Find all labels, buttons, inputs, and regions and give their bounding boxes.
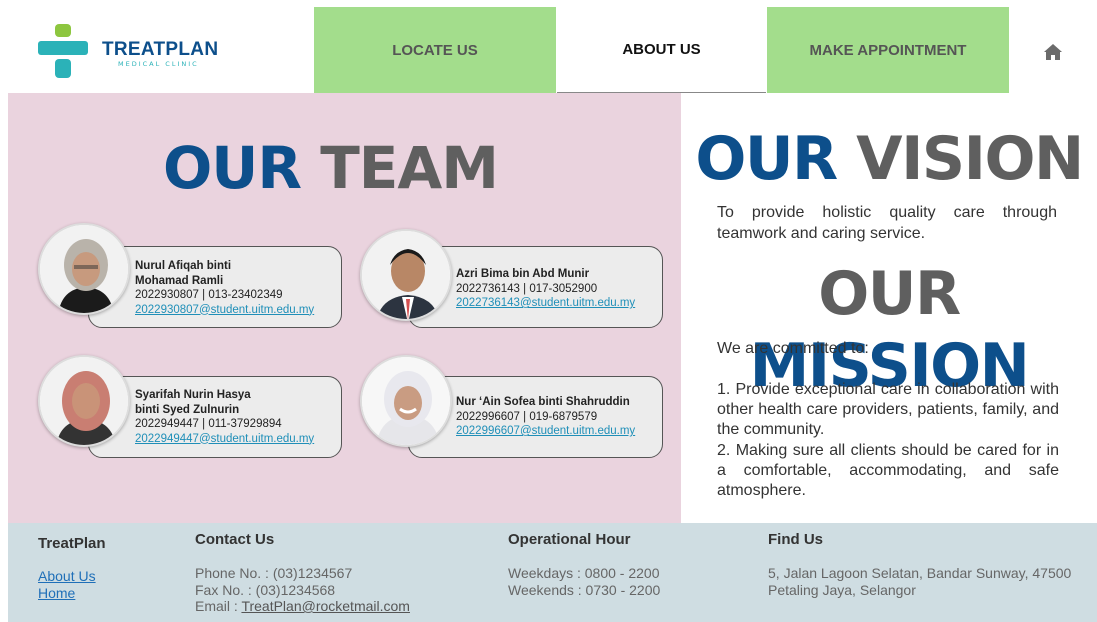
member-name: Azri Bima bin Abd Munir [456,268,590,280]
footer-address-line1: 5, Jalan Lagoon Selatan, Bandar Sunway, … [768,565,1072,581]
mission-item: 2. Making sure all clients should be car… [717,441,1059,500]
member-email-link[interactable]: 2022930807@student.uitm.edu.my [135,303,345,318]
member-id-phone: 2022949447 | 011-37929894 [135,418,282,430]
home-icon[interactable] [1043,43,1063,61]
footer-home-link[interactable]: Home [38,585,75,601]
footer-email-row: Email : TreatPlan@rocketmail.com [195,598,410,615]
header: TREATPLAN MEDICAL CLINIC LOCATE US ABOUT… [0,0,1097,93]
nav-locate-us[interactable]: LOCATE US [314,7,556,93]
footer: TreatPlan About Us Home Contact Us Phone… [8,523,1097,622]
member-email-link[interactable]: 2022949447@student.uitm.edu.my [135,432,345,447]
mission-intro: We are committed to: [717,340,869,357]
vision-text: To provide holistic quality care through… [717,204,1057,242]
footer-email-link[interactable]: TreatPlan@rocketmail.com [241,598,410,614]
footer-hours: Operational Hour Weekdays : 0800 - 2200 … [508,531,660,598]
vision-title-vision: VISION [856,124,1084,194]
team-title: OUR TEAM [8,133,653,203]
mission-title-our: OUR [818,259,961,329]
member-id-phone: 2022736143 | 017-3052900 [456,282,598,295]
footer-phone: Phone No. : (03)1234567 [195,565,353,581]
footer-contact-heading: Contact Us [195,531,275,548]
logo-tagline: MEDICAL CLINIC [118,60,199,68]
member-email-link[interactable]: 2022736143@student.uitm.edu.my [456,296,666,311]
footer-find-heading: Find Us [768,531,823,548]
member-email-link[interactable]: 2022996607@student.uitm.edu.my [456,424,666,439]
footer-email-label: Email : [195,598,242,614]
team-title-our: OUR [162,134,302,202]
nav-about-us[interactable]: ABOUT US [557,7,766,93]
member-id-phone: 2022930807 | 013-23402349 [135,289,283,301]
nav-make-appointment[interactable]: MAKE APPOINTMENT [767,7,1009,93]
team-title-team: TEAM [320,134,499,202]
logo-title: TREATPLAN [102,39,219,60]
footer-hours-heading: Operational Hour [508,531,631,548]
footer-address-line2: Petaling Jaya, Selangor [768,581,916,598]
mission-item: 1. Provide exceptional care in collabora… [717,381,1059,439]
member-photo-avatar [38,223,130,315]
member-id-phone: 2022996607 | 019-6879579 [456,410,598,423]
medical-cross-logo-icon [38,24,88,80]
vision-title: OUR VISION [681,123,1097,195]
footer-brand: TreatPlan [38,535,106,552]
member-photo-avatar [360,355,452,447]
footer-find: Find Us 5, Jalan Lagoon Selatan, Bandar … [768,531,1071,598]
footer-about-link[interactable]: About Us [38,568,96,584]
team-section: OUR TEAM Nurul Afiqah binti Mohamad Raml… [8,93,681,523]
vision-title-our: OUR [695,124,838,194]
footer-weekdays: Weekdays : 0800 - 2200 [508,565,660,581]
mission-list: 1. Provide exceptional care in collabora… [717,380,1059,501]
member-name: Syarifah Nurin Hasya [135,389,251,401]
footer-fax: Fax No. : (03)1234568 [195,581,336,598]
member-name-cont: Mohamad Ramli [135,274,224,287]
member-name-cont: binti Syed Zulnurin [135,403,240,416]
member-photo-avatar [38,355,130,447]
footer-weekends: Weekends : 0730 - 2200 [508,581,661,598]
vision-mission-section: OUR VISION To provide holistic quality c… [681,93,1097,523]
footer-contact: Contact Us Phone No. : (03)1234567 Fax N… [195,531,410,615]
member-name: Nur ‘Ain Sofea binti Shahruddin [456,396,630,408]
treatplan-logo[interactable]: TREATPLAN MEDICAL CLINIC [38,24,218,80]
member-name: Nurul Afiqah binti [135,260,232,272]
member-photo-avatar [360,229,452,321]
